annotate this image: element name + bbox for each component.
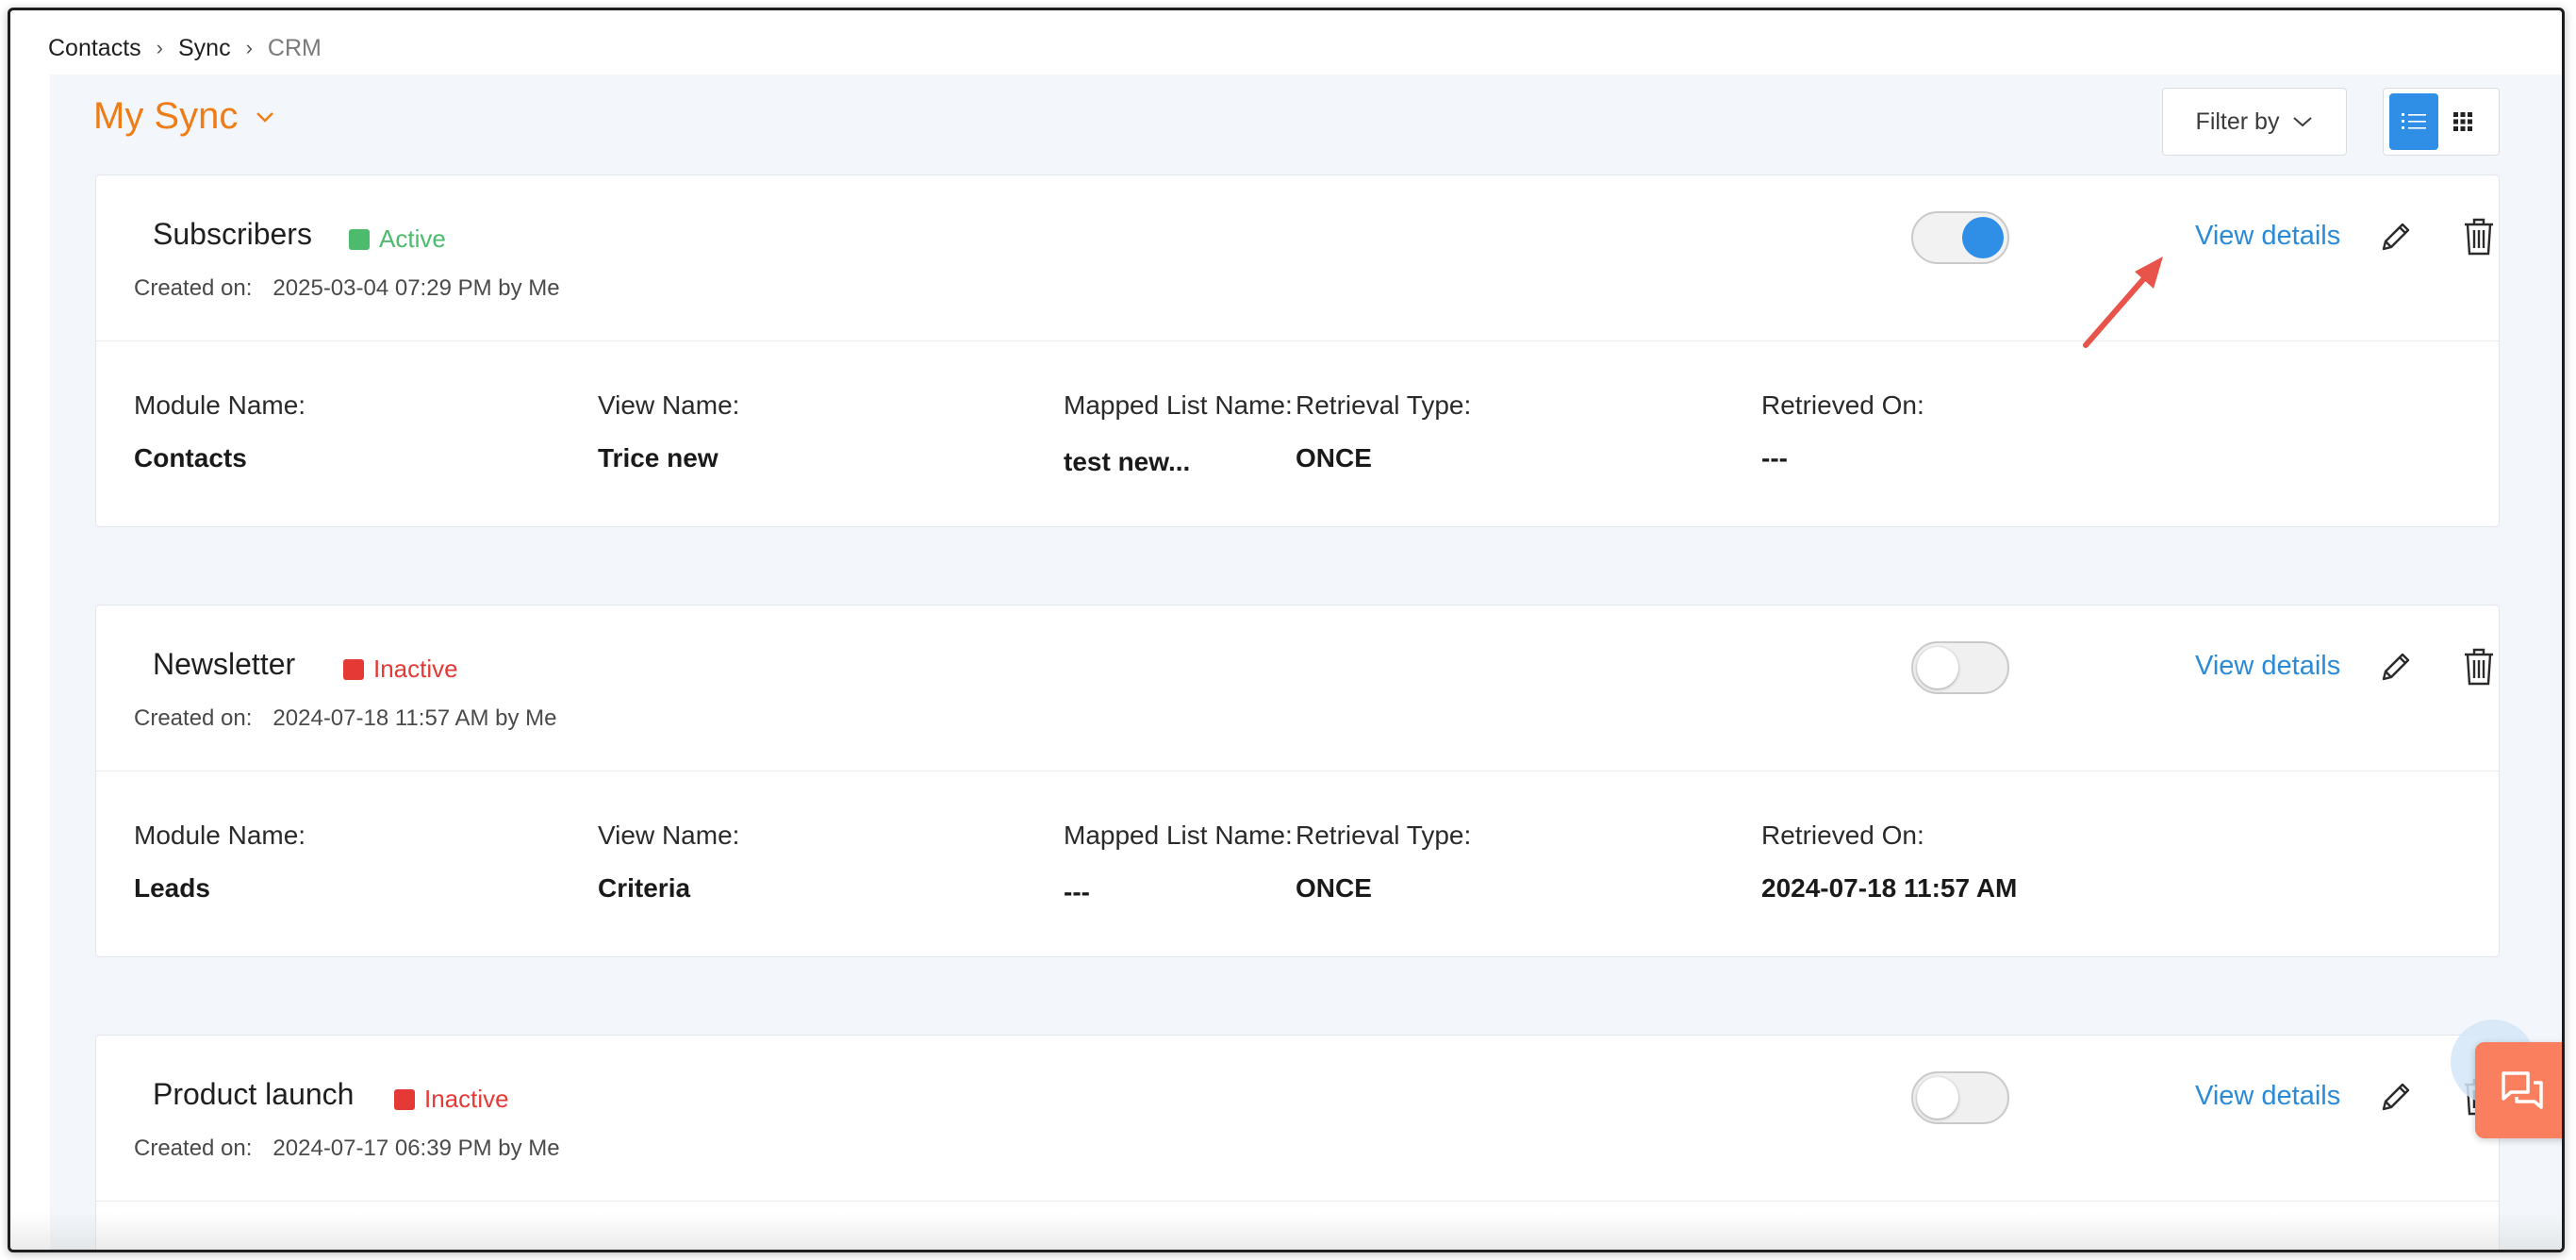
status-badge: Inactive	[343, 655, 458, 684]
module-name-value: Contacts	[134, 443, 247, 472]
filter-by-button[interactable]: Filter by	[2162, 88, 2347, 156]
view-mode-toggle	[2383, 88, 2500, 156]
retrieval-type-label: Retrieval Type:	[1296, 390, 1472, 420]
breadcrumb-sync[interactable]: Sync	[178, 35, 231, 62]
pencil-icon[interactable]	[2376, 1077, 2416, 1117]
chevron-right-icon: ›	[245, 36, 253, 59]
status-dot	[343, 658, 364, 680]
annotation-arrow-icon	[2083, 257, 2163, 348]
pencil-icon[interactable]	[2376, 647, 2416, 687]
mapped-list-name-label: Mapped List Name:	[1064, 390, 1293, 420]
sync-name: Subscribers	[153, 217, 312, 251]
module-name-label: Module Name:	[134, 390, 306, 420]
list-view-button[interactable]	[2389, 93, 2438, 150]
app-window: Contacts › Sync › CRM My Sync Filter by	[8, 8, 2565, 1252]
created-value: 2025-03-04 07:29 PM by Me	[272, 275, 560, 301]
trash-icon[interactable]	[2463, 647, 2495, 687]
retrieval-type-value: ONCE	[1296, 873, 1372, 903]
view-details-link[interactable]: View details	[2195, 651, 2340, 682]
created-label: Created on:	[134, 1136, 253, 1161]
view-name-label: View Name:	[598, 821, 740, 850]
retrieval-type-value: ONCE	[1296, 443, 1372, 472]
status-label: Inactive	[373, 655, 458, 683]
breadcrumb-crm: CRM	[267, 34, 322, 61]
created-value: 2024-07-17 06:39 PM by Me	[272, 1136, 560, 1161]
trash-icon[interactable]	[2463, 217, 2495, 257]
created-info: Created on: 2024-07-18 11:57 AM by Me	[134, 705, 557, 732]
grid-view-button[interactable]	[2438, 93, 2487, 150]
page-title-dropdown[interactable]: My Sync	[93, 95, 275, 138]
created-label: Created on:	[134, 275, 253, 301]
created-value: 2024-07-18 11:57 AM by Me	[272, 705, 557, 731]
bottom-fade	[10, 1212, 2562, 1250]
main-content: My Sync Filter by Subscribers Active Cre…	[50, 75, 2562, 1250]
sync-name: Newsletter	[153, 647, 296, 681]
status-badge: Active	[349, 224, 446, 254]
module-name-label: Module Name:	[134, 821, 306, 850]
status-label: Active	[379, 224, 446, 253]
breadcrumb: Contacts › Sync › CRM	[48, 27, 322, 69]
retrieval-type-label: Retrieval Type:	[1296, 821, 1472, 850]
view-name-value: Trice new	[598, 443, 718, 472]
chevron-down-icon	[2293, 117, 2313, 127]
retrieved-on-value: 2024-07-18 11:57 AM	[1761, 873, 2018, 903]
page-title: My Sync	[93, 95, 239, 137]
retrieved-on-label: Retrieved On:	[1761, 390, 1924, 420]
chat-icon	[2502, 1071, 2543, 1109]
retrieved-on-label: Retrieved On:	[1761, 821, 1924, 850]
view-details-link[interactable]: View details	[2195, 1081, 2340, 1112]
view-details-link[interactable]: View details	[2195, 221, 2340, 252]
chevron-right-icon: ›	[156, 36, 163, 59]
module-name-value: Leads	[134, 873, 210, 903]
sync-toggle[interactable]	[1911, 211, 2009, 264]
chat-button[interactable]	[2475, 1042, 2562, 1138]
grid-icon	[2453, 112, 2472, 131]
mapped-list-name-value: ---	[1064, 877, 1090, 906]
status-badge: Inactive	[394, 1085, 509, 1114]
created-info: Created on: 2025-03-04 07:29 PM by Me	[134, 275, 560, 302]
sync-toggle[interactable]	[1911, 1071, 2009, 1124]
pencil-icon[interactable]	[2376, 217, 2416, 257]
status-dot	[349, 228, 370, 250]
mapped-list-name-label: Mapped List Name:	[1064, 821, 1293, 850]
created-label: Created on:	[134, 705, 253, 731]
sync-name: Product launch	[153, 1077, 355, 1111]
retrieved-on-value: ---	[1761, 443, 1788, 472]
status-dot	[394, 1088, 415, 1110]
mapped-list-name-value[interactable]: test new...	[1064, 447, 1190, 477]
sync-card: Subscribers Active Created on: 2025-03-0…	[95, 174, 2500, 527]
filter-by-label: Filter by	[2195, 108, 2280, 135]
created-info: Created on: 2024-07-17 06:39 PM by Me	[134, 1136, 560, 1162]
sync-toggle[interactable]	[1911, 641, 2009, 694]
status-label: Inactive	[424, 1085, 509, 1113]
list-icon	[2402, 113, 2426, 129]
view-name-label: View Name:	[598, 390, 740, 420]
breadcrumb-contacts[interactable]: Contacts	[48, 35, 141, 62]
chevron-down-icon	[256, 111, 274, 123]
view-name-value: Criteria	[598, 873, 691, 903]
sync-card: Newsletter Inactive Created on: 2024-07-…	[95, 605, 2500, 957]
